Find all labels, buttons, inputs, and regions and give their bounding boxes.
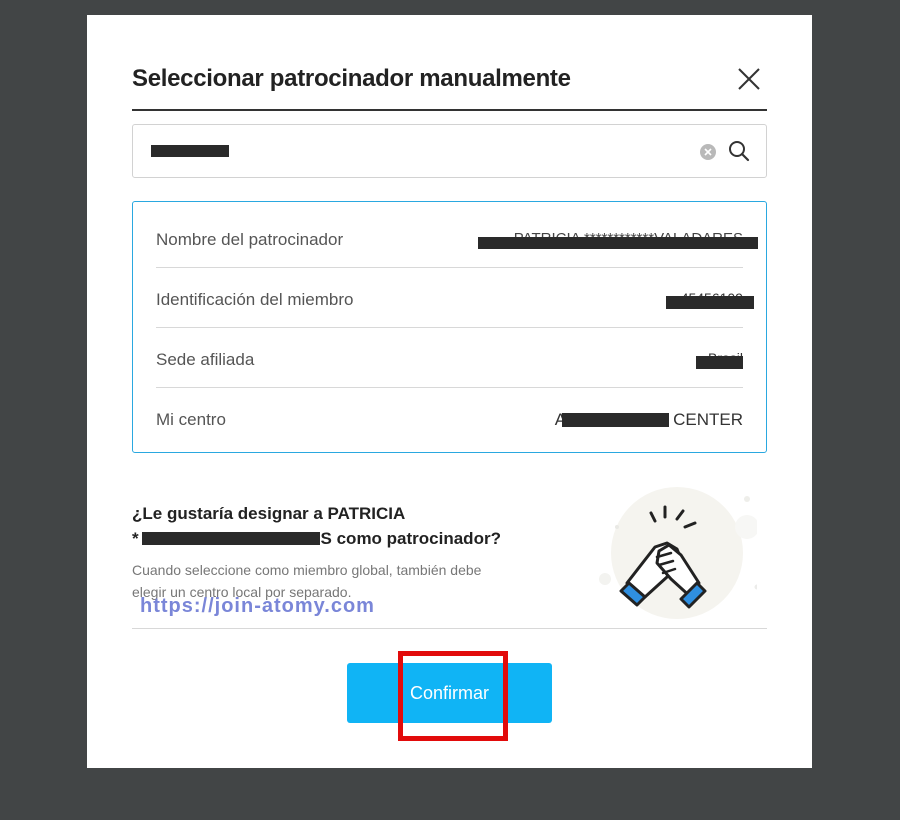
sponsor-info-panel: Nombre del patrocinador PATRICIA *******… — [132, 201, 767, 453]
watermark-text: https://join-atomy.com — [140, 595, 375, 617]
redaction-bar — [478, 237, 758, 249]
sponsor-search-input[interactable] — [151, 141, 671, 163]
info-label: Sede afiliada — [156, 350, 255, 369]
close-button[interactable] — [737, 67, 761, 91]
dialog-title: Seleccionar patrocinador manualmente — [132, 65, 571, 92]
sponsor-search-box — [132, 124, 767, 178]
question-line-2-wrap: * VALADARES como patrocinador? — [132, 529, 501, 548]
info-row-my-center: Mi centro A L CENTER — [156, 388, 743, 448]
redaction-bar — [151, 145, 229, 157]
info-row-member-id: Identificación del miembro 45456109 — [156, 268, 754, 328]
confirm-button[interactable]: Confirmar — [347, 663, 552, 723]
dialog-header: Seleccionar patrocinador manualmente — [132, 61, 767, 111]
handshake-illustration — [599, 487, 757, 619]
search-icon[interactable] — [727, 139, 751, 163]
info-row-sponsor-name: Nombre del patrocinador PATRICIA *******… — [156, 208, 758, 268]
redaction-bar — [666, 296, 754, 309]
question-line-1: ¿Le gustaría designar a PATRICIA — [132, 504, 406, 523]
info-row-affiliated-branch: Sede afiliada Brasil — [156, 328, 743, 388]
sponsor-dialog: Seleccionar patrocinador manualmente Nom… — [87, 15, 812, 768]
info-label: Nombre del patrocinador — [156, 230, 344, 249]
redaction-bar — [696, 356, 743, 369]
redaction-bar — [562, 413, 669, 427]
question-title: ¿Le gustaría designar a PATRICIA * VALAD… — [132, 501, 542, 551]
section-divider — [132, 628, 767, 629]
confirmation-question: ¿Le gustaría designar a PATRICIA * VALAD… — [132, 501, 542, 603]
question-note-line-1: Cuando seleccione como miembro global, t… — [132, 562, 482, 578]
redaction-bar — [142, 532, 320, 545]
clear-circle-icon[interactable] — [699, 143, 717, 161]
info-label: Mi centro — [156, 410, 226, 429]
close-icon — [738, 68, 760, 90]
info-label: Identificación del miembro — [156, 290, 354, 309]
